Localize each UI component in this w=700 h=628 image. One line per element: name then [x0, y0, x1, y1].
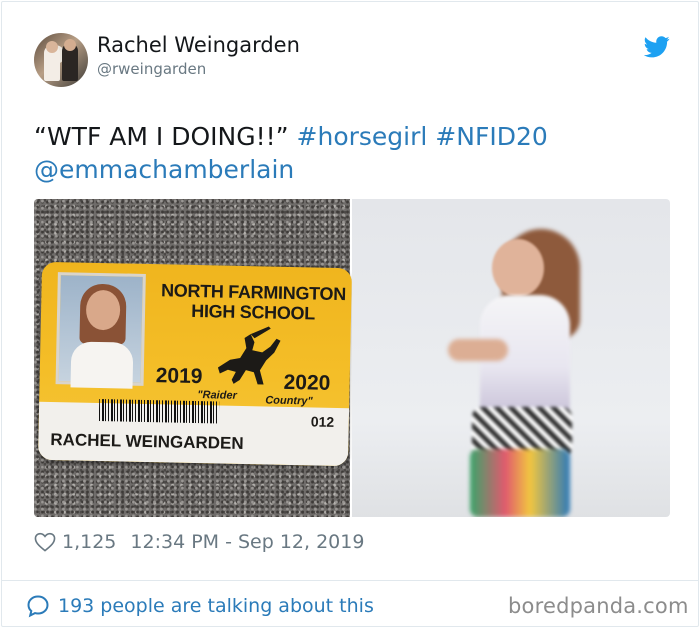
- barcode: [98, 399, 220, 424]
- conversation-text: 193 people are talking about this: [58, 595, 374, 617]
- id-card-photo[interactable]: NORTH FARMINGTON HIGH SCHOOL 2019 2020 "…: [34, 199, 353, 517]
- student-name: RACHEL WEINGARDEN: [50, 429, 244, 454]
- horse-rider-icon: [217, 326, 281, 385]
- divider: [2, 580, 698, 581]
- hashtag-horsegirl[interactable]: #horsegirl: [297, 122, 428, 151]
- motto-left: "Raider: [197, 389, 237, 402]
- tweet-text: “WTF AM I DOING!!” #horsegirl #NFID20 @e…: [34, 120, 674, 186]
- avatar[interactable]: [34, 33, 88, 87]
- dancing-girl-photo[interactable]: [352, 199, 670, 517]
- tweet-card: Rachel Weingarden @rweingarden “WTF AM I…: [1, 1, 699, 627]
- user-handle[interactable]: @rweingarden: [97, 60, 206, 78]
- display-name[interactable]: Rachel Weingarden: [97, 33, 300, 57]
- year-end: 2020: [283, 370, 331, 395]
- year-start: 2019: [155, 364, 203, 389]
- heart-icon[interactable]: [34, 532, 56, 552]
- conversation-link[interactable]: 193 people are talking about this: [26, 592, 374, 620]
- tweet-meta: 1,125 12:34 PM - Sep 12, 2019: [34, 529, 364, 555]
- speech-bubble-icon: [27, 595, 49, 618]
- id-card: NORTH FARMINGTON HIGH SCHOOL 2019 2020 "…: [37, 261, 353, 467]
- motto-right: Country": [265, 394, 313, 408]
- school-name: NORTH FARMINGTON HIGH SCHOOL: [153, 280, 352, 324]
- hashtag-nfid20[interactable]: #NFID20: [435, 122, 547, 151]
- school-name-line1: NORTH FARMINGTON: [160, 280, 347, 305]
- tweet-media[interactable]: NORTH FARMINGTON HIGH SCHOOL 2019 2020 "…: [34, 199, 670, 517]
- tweet-quote: “WTF AM I DOING!!”: [34, 122, 289, 151]
- twitter-bird-icon[interactable]: [644, 36, 670, 58]
- student-portrait: [55, 272, 146, 389]
- id-number: 012: [310, 413, 335, 430]
- school-name-line2: HIGH SCHOOL: [191, 300, 316, 324]
- watermark: boredpanda.com: [508, 594, 689, 618]
- timestamp[interactable]: 12:34 PM - Sep 12, 2019: [130, 531, 364, 553]
- mention-emmachamberlain[interactable]: @emmachamberlain: [34, 155, 294, 184]
- like-count[interactable]: 1,125: [62, 531, 116, 553]
